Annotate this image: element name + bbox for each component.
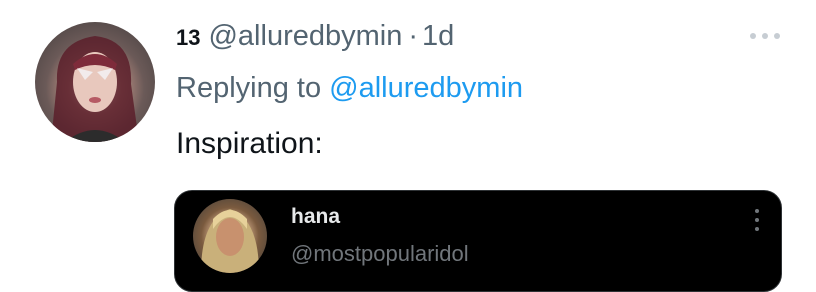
user-handle[interactable]: @alluredbymin: [208, 20, 402, 53]
tweet-header: 13 @alluredbymin · 1d: [176, 20, 454, 53]
replying-to: Replying to @alluredbymin: [176, 72, 523, 105]
more-vertical-icon[interactable]: [755, 209, 761, 231]
avatar-image: [51, 36, 139, 142]
quote-user-handle[interactable]: @mostpopularidol: [291, 241, 469, 267]
tweet-text: Inspiration:: [176, 127, 323, 160]
separator-dot: ·: [408, 20, 419, 52]
replying-handle-link[interactable]: @alluredbymin: [329, 72, 523, 104]
quote-display-name[interactable]: hana: [291, 205, 340, 229]
more-dot: [755, 209, 759, 213]
display-name[interactable]: 13: [176, 25, 200, 51]
more-dot: [755, 218, 759, 222]
quote-avatar-image: [201, 209, 259, 273]
more-dot: [750, 33, 756, 39]
more-dot: [762, 33, 768, 39]
timestamp[interactable]: 1d: [422, 20, 454, 53]
replying-prefix: Replying to: [176, 72, 322, 104]
more-dot: [774, 33, 780, 39]
quote-tweet-card[interactable]: hana @mostpopularidol: [174, 190, 782, 292]
avatar[interactable]: [35, 22, 155, 142]
more-horizontal-icon[interactable]: [750, 26, 780, 46]
quote-avatar[interactable]: [193, 199, 267, 273]
more-dot: [755, 227, 759, 231]
